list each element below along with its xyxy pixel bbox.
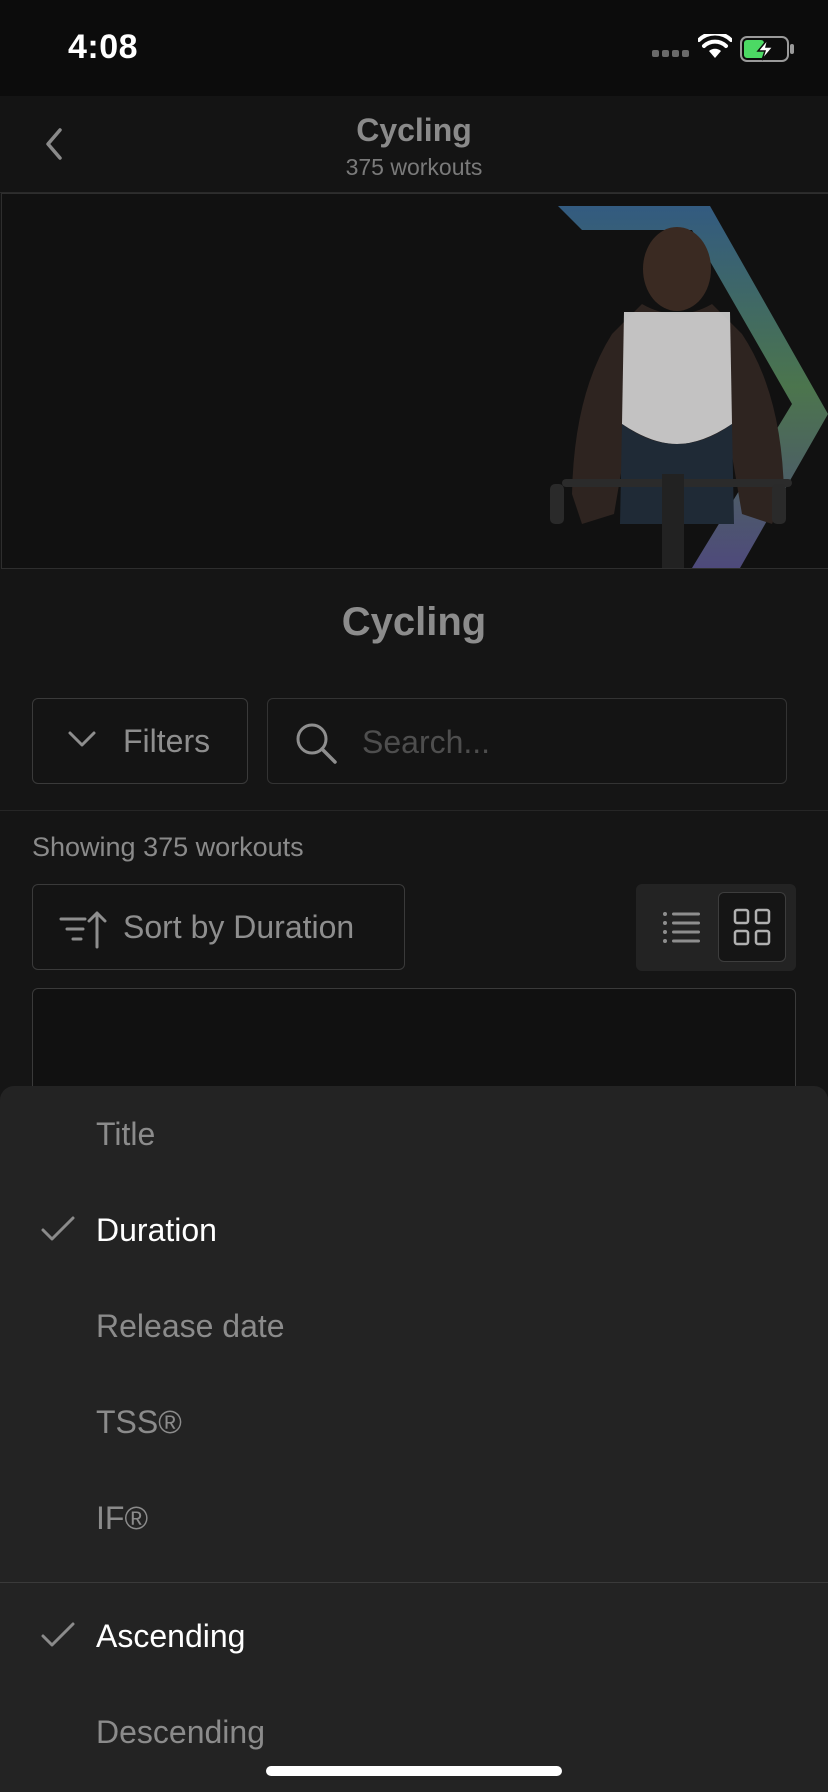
list-icon [663, 912, 700, 943]
sort-option-label: IF® [96, 1500, 149, 1536]
wifi-icon [698, 34, 732, 58]
signal-icon [652, 50, 690, 60]
sort-option-tss[interactable]: TSS® [0, 1374, 828, 1470]
sort-option-title[interactable]: Title [0, 1086, 828, 1182]
results-count: Showing 375 workouts [32, 832, 304, 862]
hero-banner [1, 193, 828, 569]
status-time: 4:08 [68, 28, 139, 66]
sort-option-label: TSS® [96, 1404, 182, 1440]
sort-option-label: Release date [96, 1308, 285, 1344]
search-box[interactable] [267, 698, 787, 784]
divider [0, 810, 828, 811]
checkmark-icon [41, 1216, 75, 1241]
sort-order-label: Ascending [96, 1618, 246, 1654]
sort-option-duration[interactable]: Duration [0, 1182, 828, 1278]
sort-option-label: Title [96, 1116, 156, 1152]
search-input[interactable] [360, 717, 764, 767]
sort-label: Sort by Duration [123, 909, 355, 945]
sort-ascending-icon [59, 911, 107, 949]
grid-view-button[interactable] [718, 892, 786, 962]
cyclist-photo [550, 206, 828, 568]
section-title: Cycling [341, 600, 487, 644]
sort-order-label: Descending [96, 1714, 265, 1750]
status-bar: 4:08 [0, 0, 828, 96]
view-toggle [636, 884, 796, 971]
filters-label: Filters [123, 723, 211, 759]
sort-order-ascending[interactable]: Ascending [0, 1588, 828, 1684]
sort-option-if[interactable]: IF® [0, 1470, 828, 1566]
sort-option-release-date[interactable]: Release date [0, 1278, 828, 1374]
search-icon [296, 723, 337, 764]
sheet-divider [0, 1582, 828, 1583]
home-indicator [266, 1766, 562, 1776]
sort-option-label: Duration [96, 1212, 217, 1248]
grid-icon [733, 908, 771, 946]
list-view-button[interactable] [650, 892, 714, 962]
battery-charging-icon [740, 36, 794, 62]
chevron-down-icon [68, 731, 96, 747]
filters-button[interactable]: Filters [32, 698, 248, 784]
page-subtitle: 375 workouts [345, 154, 483, 180]
checkmark-icon [41, 1622, 75, 1647]
page-title: Cycling [356, 112, 472, 148]
sort-button[interactable]: Sort by Duration [32, 884, 405, 970]
nav-bar: Cycling 375 workouts [0, 96, 828, 193]
sort-sheet: Title Duration Release date TSS® IF® Asc… [0, 1086, 828, 1792]
